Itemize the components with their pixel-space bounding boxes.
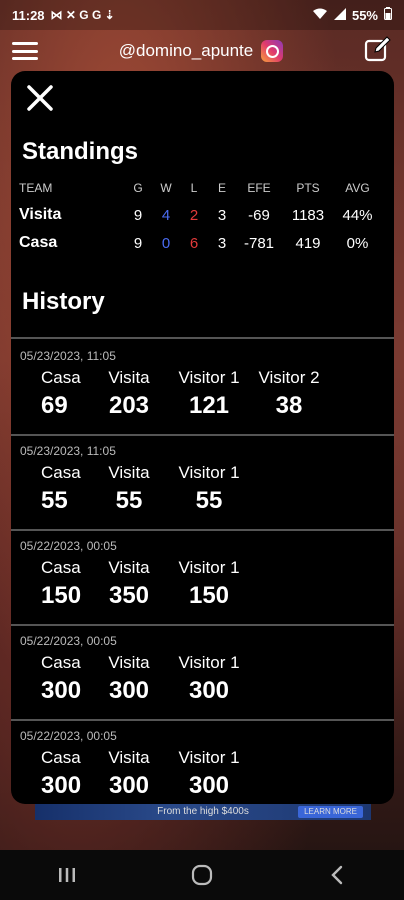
player-score: 300 (108, 772, 150, 799)
player-score: 121 (188, 392, 230, 419)
player-score: 150 (41, 582, 82, 609)
col-team: TEAM (19, 181, 53, 195)
standings-title: Standings (22, 138, 139, 165)
pts-value: 1183 (291, 206, 325, 224)
col-l: L (190, 181, 198, 195)
player-name: Visita (108, 558, 150, 577)
player-name: Casa (41, 463, 81, 482)
game-date: 05/23/2023, 11:05 (20, 444, 116, 458)
instagram-icon (261, 40, 284, 62)
player-name: Visita (108, 368, 150, 387)
history-card[interactable]: 05/22/2023, 00:05 Casa 300 Visita 300 Visi… (11, 721, 394, 804)
divider (11, 337, 394, 339)
player-score: 300 (41, 677, 82, 704)
system-nav-bar (0, 850, 404, 900)
game-date: 05/23/2023, 11:05 (20, 349, 116, 363)
history-card[interactable]: 05/22/2023, 00:05 Casa 300 Visita 300 Visi… (11, 626, 394, 721)
losses-value: 2 (189, 206, 199, 224)
battery-level: 55% (351, 7, 378, 23)
losses-value: 6 (189, 234, 199, 252)
games-value: 9 (133, 234, 143, 252)
player-name: Casa (41, 748, 81, 767)
handle-text: @domino_apunte (118, 41, 254, 60)
player-score: 55 (195, 487, 223, 514)
wifi-icon (312, 8, 328, 23)
player-score: 150 (188, 582, 230, 609)
player-name: Visitor 2 (258, 368, 320, 387)
player-name: Visita (108, 653, 150, 672)
wins-value: 0 (161, 234, 171, 252)
history-card[interactable]: 05/23/2023, 11:05 Casa 69 Visita 203 Visit… (11, 341, 394, 436)
close-icon[interactable] (25, 83, 55, 113)
avg-value: 44% (342, 206, 373, 224)
player-name: Casa (41, 653, 81, 672)
player-name: Visitor 1 (178, 558, 240, 577)
game-date: 05/22/2023, 00:05 (20, 539, 117, 553)
team-name: Visita (19, 206, 62, 223)
col-w: W (160, 181, 172, 195)
col-g: G (133, 181, 143, 195)
status-bar: 11:28 ⋈ ✕ G G ⇣ 55% (0, 0, 404, 30)
player-score: 55 (41, 487, 68, 514)
table-row: Casa 9 0 6 3 -781 419 0% (19, 229, 381, 257)
player-name: Visitor 1 (178, 463, 240, 482)
history-list[interactable]: 05/23/2023, 11:05 Casa 69 Visita 203 Visit… (11, 341, 394, 804)
player-name: Visitor 1 (178, 653, 240, 672)
game-date: 05/22/2023, 00:05 (20, 729, 117, 743)
standings-header-row: TEAM G W L E EFE PTS AVG (19, 179, 381, 201)
history-card[interactable]: 05/23/2023, 11:05 Casa 55 Visita 55 Visito… (11, 436, 394, 531)
player-score: 300 (188, 772, 230, 799)
player-score: 55 (115, 487, 143, 514)
player-score: 300 (188, 677, 230, 704)
table-row: Visita 9 4 2 3 -69 1183 44% (19, 201, 381, 229)
player-score: 300 (41, 772, 82, 799)
col-efe: EFE (247, 181, 271, 195)
app-header: @domino_apunte (0, 32, 404, 70)
avg-value: 0% (346, 234, 369, 252)
ad-learn-more-button[interactable]: LEARN MORE (298, 806, 363, 818)
ad-banner[interactable]: From the high $400s LEARN MORE (35, 804, 371, 820)
efe-value: -69 (248, 206, 270, 224)
col-pts: PTS (296, 181, 320, 195)
efe-value: -781 (243, 234, 275, 252)
player-name: Visitor 1 (178, 748, 240, 767)
history-card[interactable]: 05/22/2023, 00:05 Casa 150 Visita 350 Visi… (11, 531, 394, 626)
player-name: Visita (108, 748, 150, 767)
pts-value: 419 (295, 234, 321, 252)
battery-icon (384, 7, 392, 23)
ad-text: From the high $400s (157, 806, 249, 817)
home-icon[interactable] (182, 860, 222, 890)
wins-value: 4 (161, 206, 171, 224)
menu-icon[interactable] (12, 42, 38, 60)
player-score: 300 (108, 677, 150, 704)
player-score: 203 (108, 392, 150, 419)
notification-icons: ⋈ ✕ G G ⇣ (50, 8, 115, 22)
player-score: 350 (108, 582, 150, 609)
player-name: Visita (108, 463, 150, 482)
player-score: 69 (41, 392, 68, 419)
col-e: E (217, 181, 226, 195)
edit-icon[interactable] (364, 35, 392, 67)
games-value: 9 (133, 206, 143, 224)
status-time: 11:28 (12, 7, 45, 23)
player-name: Visitor 1 (178, 368, 240, 387)
e-value: 3 (217, 206, 227, 224)
e-value: 3 (217, 234, 227, 252)
back-icon[interactable] (317, 860, 357, 890)
standings-modal: Standings TEAM G W L E EFE PTS AVG Visit… (11, 71, 394, 804)
team-name: Casa (19, 234, 58, 251)
game-date: 05/22/2023, 00:05 (20, 634, 117, 648)
player-score: 38 (275, 392, 303, 419)
signal-icon (333, 7, 346, 23)
player-name: Casa (41, 558, 81, 577)
standings-table: TEAM G W L E EFE PTS AVG Visita 9 4 2 3 … (19, 179, 381, 257)
player-name: Casa (41, 368, 81, 387)
instagram-handle-link[interactable]: @domino_apunte (118, 40, 284, 62)
history-title: History (22, 288, 105, 315)
col-avg: AVG (345, 181, 370, 195)
recent-apps-icon[interactable] (47, 860, 87, 890)
